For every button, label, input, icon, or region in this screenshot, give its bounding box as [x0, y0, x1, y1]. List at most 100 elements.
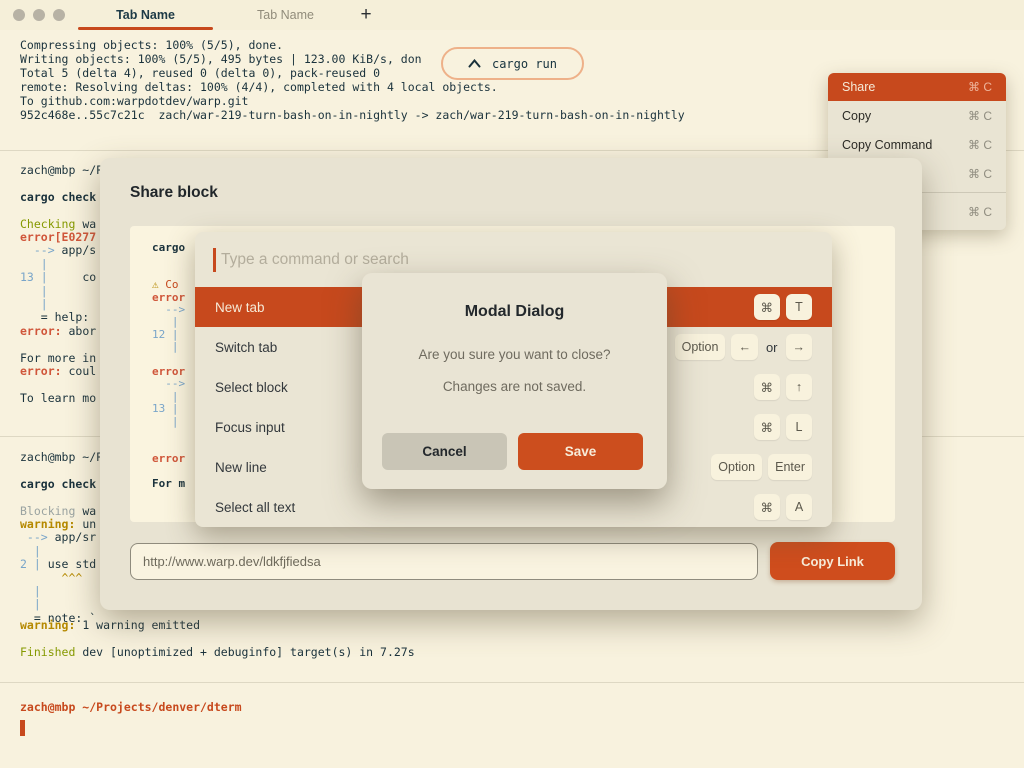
terminal-output-finished: warning: 1 warning emitted Finished dev … [20, 619, 415, 659]
tab-label: Tab Name [116, 8, 175, 22]
dialog-title: Share block [130, 184, 218, 202]
shortcut-keys: Option← or → [675, 334, 812, 360]
block-divider [0, 682, 1024, 683]
terminal-output-cargo-check-errors: zach@mbp ~/Pr cargo check Checking waerr… [20, 164, 110, 405]
terminal-line: | [20, 258, 110, 271]
menu-item-copy-command[interactable]: Copy Command⌘ C [828, 130, 1006, 159]
keycap--: ⌘ [754, 494, 781, 520]
command-search-input[interactable] [221, 251, 832, 269]
keycap-t: T [786, 294, 812, 320]
terminal-line: | [20, 585, 110, 598]
terminal-line: cargo check [20, 478, 110, 491]
terminal-line [20, 464, 110, 477]
tab-active[interactable]: Tab Name [78, 0, 213, 30]
menu-item-shortcut: ⌘ C [968, 167, 992, 181]
terminal-line: To github.com:warpdotdev/warp.git [20, 94, 685, 108]
terminal-line: Blocking wa [20, 505, 110, 518]
window-controls [13, 9, 65, 21]
terminal-line: zach@mbp ~/Pr [20, 451, 110, 464]
terminal-prompt: zach@mbp ~/Projects/denver/dterm [20, 700, 242, 714]
terminal-line: | [20, 285, 110, 298]
cargo-run-pill-button[interactable]: cargo run [441, 47, 584, 80]
cancel-button[interactable]: Cancel [382, 433, 507, 470]
terminal-line: For m [152, 478, 185, 490]
terminal-line: 2 | use std [20, 558, 110, 571]
terminal-line: warning: 1 warning emitted [20, 619, 415, 632]
menu-item-label: Share [842, 80, 875, 94]
terminal-line: For more in [20, 352, 110, 365]
terminal-output-git-push: Compressing objects: 100% (5/5), done.Wr… [20, 38, 685, 122]
palette-item-select-all-text[interactable]: Select all text ⌘A [195, 487, 832, 527]
terminal-line: error[E0277 [20, 231, 110, 244]
terminal-line: | [152, 341, 185, 353]
modal-title: Modal Dialog [362, 303, 667, 321]
terminal-line [20, 177, 110, 190]
keycap--: ← [731, 334, 758, 360]
traffic-light-minimize-button[interactable] [33, 9, 45, 21]
terminal-line: warning: un [20, 518, 110, 531]
shortcut-text: or [766, 340, 778, 355]
menu-item-share[interactable]: Share ⌘ C [828, 73, 1006, 101]
terminal-cursor [20, 720, 25, 736]
keycap-option: Option [711, 454, 762, 480]
traffic-light-close-button[interactable] [13, 9, 25, 21]
terminal-line: | [20, 298, 110, 311]
keycap--: ⌘ [754, 294, 781, 320]
save-button[interactable]: Save [518, 433, 643, 470]
terminal-line: | [20, 545, 110, 558]
terminal-line: cargo check [20, 191, 110, 204]
terminal-line: Writing objects: 100% (5/5), 495 bytes |… [20, 52, 685, 66]
terminal-line: ^^^ [20, 572, 110, 585]
modal-submessage: Changes are not saved. [362, 379, 667, 394]
app-window: Compressing objects: 100% (5/5), done.Wr… [0, 0, 1024, 768]
palette-item-label: Switch tab [215, 340, 277, 355]
terminal-line: Compressing objects: 100% (5/5), done. [20, 38, 685, 52]
menu-item-label: Copy [842, 109, 871, 123]
tab-label: Tab Name [257, 8, 314, 22]
active-tab-underline [78, 27, 213, 30]
shortcut-keys: ⌘L [754, 414, 813, 440]
new-tab-button[interactable]: + [354, 3, 378, 27]
keycap-l: L [786, 414, 812, 440]
copy-link-button[interactable]: Copy Link [770, 542, 895, 580]
menu-item-label: Copy Command [842, 138, 932, 152]
keycap--: ⌘ [754, 374, 781, 400]
shortcut-keys: OptionEnter [711, 454, 812, 480]
shortcut-keys: ⌘A [754, 494, 813, 520]
keycap--: ↑ [786, 374, 812, 400]
keycap-option: Option [675, 334, 726, 360]
keycap--: → [786, 334, 813, 360]
terminal-line: --> app/s [20, 244, 110, 257]
terminal-line: = help: [20, 311, 110, 324]
menu-item-copy[interactable]: Copy⌘ C [828, 101, 1006, 130]
terminal-line [20, 632, 415, 645]
shortcut-keys: ⌘↑ [754, 374, 813, 400]
modal-message: Are you sure you want to close? [362, 347, 667, 362]
menu-item-shortcut: ⌘ C [968, 80, 992, 94]
terminal-line: To learn mo [20, 392, 110, 405]
traffic-light-maximize-button[interactable] [53, 9, 65, 21]
palette-item-label: Select all text [215, 500, 295, 515]
share-url-input[interactable] [130, 543, 758, 580]
terminal-line [152, 428, 185, 440]
terminal-line: | [20, 598, 110, 611]
keycap-enter: Enter [768, 454, 812, 480]
terminal-line [20, 491, 110, 504]
terminal-line: error: abor [20, 325, 110, 338]
terminal-line: remote: Resolving deltas: 100% (4/4), co… [20, 80, 685, 94]
terminal-line [20, 379, 110, 392]
terminal-line: Finished dev [unoptimized + debuginfo] t… [20, 646, 415, 659]
keycap--: ⌘ [754, 414, 781, 440]
terminal-line [20, 338, 110, 351]
tab-inactive[interactable]: Tab Name [233, 0, 338, 30]
terminal-line: error: coul [20, 365, 110, 378]
terminal-line [152, 254, 185, 266]
terminal-line: zach@mbp ~/Pr [20, 164, 110, 177]
shortcut-keys: ⌘T [754, 294, 813, 320]
tab-bar: Tab Name Tab Name + [0, 0, 1024, 30]
palette-item-label: New line [215, 460, 267, 475]
text-cursor [213, 248, 216, 272]
preview-terminal-output: cargo ⚠ Coerror --> |12 | | error --> |1… [152, 242, 185, 490]
terminal-line: 952c468e..55c7c21c zach/war-219-turn-bas… [20, 108, 685, 122]
terminal-line: Checking wa [20, 218, 110, 231]
